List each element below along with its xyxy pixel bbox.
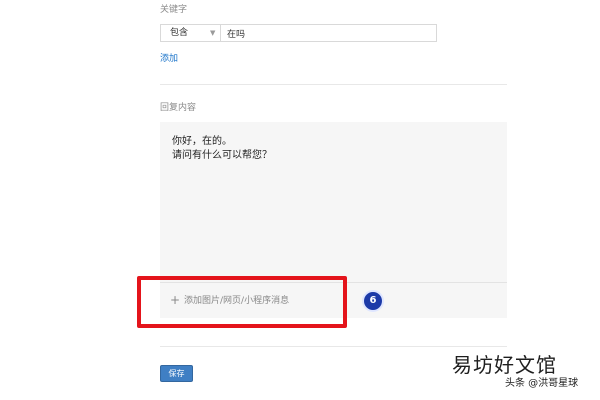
step-badge: 6 xyxy=(362,290,384,312)
reply-content-editor[interactable]: 你好，在的。 请问有什么可以帮您？ xyxy=(160,122,507,282)
keyword-input[interactable] xyxy=(220,24,437,42)
watermark-subtitle: 头条 @洪哥星球 xyxy=(505,378,579,389)
section-divider xyxy=(160,84,507,85)
reply-section-label: 回复内容 xyxy=(160,103,197,113)
keyword-section-label: 关键字 xyxy=(160,5,188,15)
save-button[interactable]: 保存 xyxy=(160,365,193,382)
chevron-down-icon: ▼ xyxy=(210,29,216,37)
watermark-title: 易坊好文馆 xyxy=(452,353,557,377)
reply-text-line: 你好，在的。 xyxy=(172,136,232,147)
footer-divider xyxy=(160,346,507,347)
highlight-box xyxy=(137,276,347,328)
match-mode-value: 包含 xyxy=(170,28,189,38)
add-keyword-link[interactable]: 添加 xyxy=(160,53,178,65)
reply-text-line: 请问有什么可以帮您？ xyxy=(172,150,272,161)
match-mode-select[interactable]: 包含 ▼ xyxy=(160,24,220,42)
